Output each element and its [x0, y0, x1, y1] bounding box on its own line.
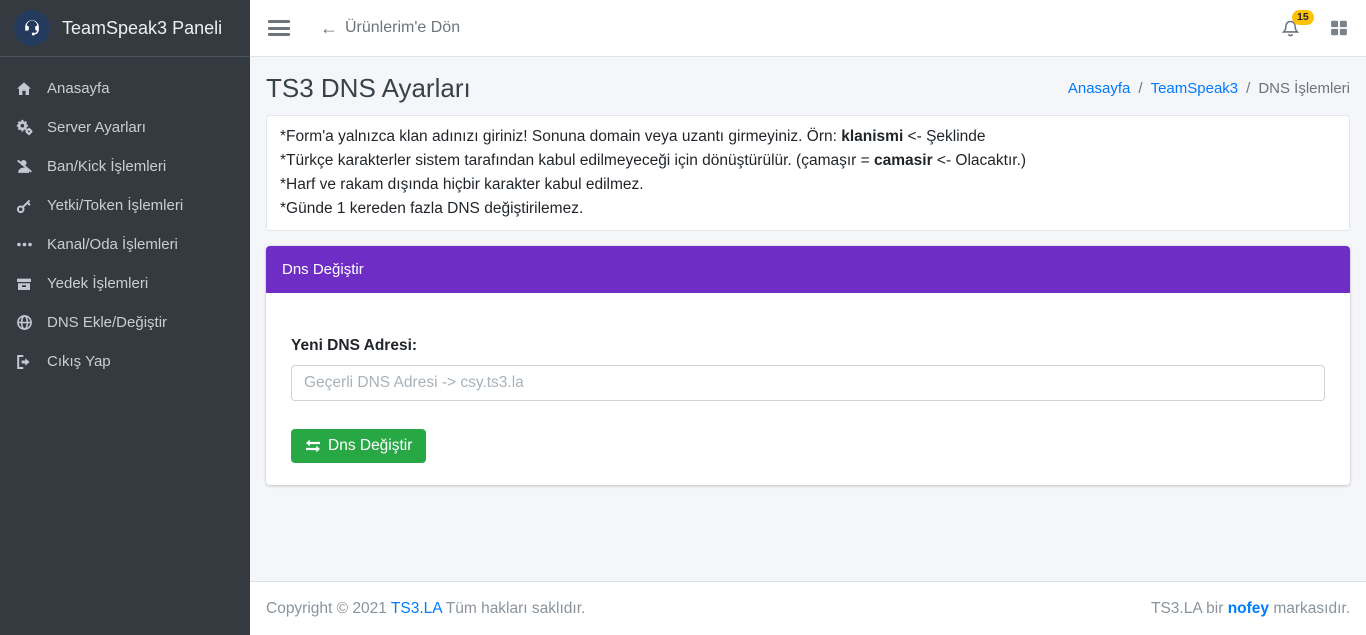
sidebar-item-anasayfa[interactable]: Anasayfa [0, 69, 250, 108]
sidebar-item-c-k-yap[interactable]: Cıkış Yap [0, 342, 250, 381]
page-title: TS3 DNS Ayarları [266, 73, 471, 104]
sidebar-item-yedek-i-lemleri[interactable]: Yedek İşlemleri [0, 264, 250, 303]
sidebar-item-ban-kick-i-lemleri[interactable]: Ban/Kick İşlemleri [0, 147, 250, 186]
sidebar-item-dns-ekle-de-i-tir[interactable]: DNS Ekle/Değiştir [0, 303, 250, 342]
home-icon [16, 81, 40, 97]
sidebar-item-label: Anasayfa [47, 80, 110, 97]
footer-copyright: Copyright © 2021 TS3.LA Tüm hakları sakl… [266, 600, 585, 618]
grid-icon[interactable] [1330, 19, 1348, 37]
dns-input[interactable] [291, 365, 1325, 401]
sidebar-item-server-ayarlar[interactable]: Server Ayarları [0, 108, 250, 147]
key-icon [16, 198, 40, 214]
footer-brand-note: TS3.LA bir nofey markasıdır. [1151, 600, 1350, 618]
sign-out-icon [16, 354, 40, 370]
globe-icon [16, 314, 40, 331]
sidebar-item-yetki-token-i-lemleri[interactable]: Yetki/Token İşlemleri [0, 186, 250, 225]
dns-input-label: Yeni DNS Adresi: [291, 337, 1325, 355]
info-line: *Form'a yalnızca klan adınızı giriniz! S… [280, 125, 1336, 149]
sidebar-item-kanal-oda-i-lemleri[interactable]: Kanal/Oda İşlemleri [0, 225, 250, 264]
breadcrumb-item-teamspeak3[interactable]: TeamSpeak3 [1151, 80, 1239, 97]
ellipsis-icon [16, 236, 40, 253]
sidebar-item-label: Kanal/Oda İşlemleri [47, 236, 178, 253]
breadcrumb-item-anasayfa[interactable]: Anasayfa [1068, 80, 1131, 97]
info-line: *Harf ve rakam dışında hiçbir karakter k… [280, 173, 1336, 197]
breadcrumb-item-dns-i-lemleri: DNS İşlemleri [1258, 80, 1350, 97]
dns-change-button[interactable]: Dns Değiştir [291, 429, 426, 463]
sidebar-item-label: Yedek İşlemleri [47, 275, 148, 292]
brand-title: TeamSpeak3 Paneli [62, 18, 222, 39]
user-slash-icon [16, 158, 40, 175]
dns-change-button-label: Dns Değiştir [328, 437, 412, 455]
hamburger-icon[interactable] [268, 20, 290, 36]
footer-link-nofey[interactable]: nofey [1228, 600, 1269, 617]
notifications-button[interactable]: 15 [1281, 19, 1300, 38]
dns-card-header: Dns Değiştir [266, 246, 1350, 293]
sidebar: TeamSpeak3 Paneli Anasayfa Server Ayarlar… [0, 0, 250, 635]
gears-icon [16, 119, 40, 136]
breadcrumb-separator: / [1138, 80, 1142, 97]
archive-icon [16, 276, 40, 292]
footer: Copyright © 2021 TS3.LA Tüm hakları sakl… [250, 581, 1366, 635]
main-column: ← Ürünlerim'e Dön 15 [250, 0, 1366, 635]
headset-icon [14, 10, 50, 46]
sidebar-item-label: Ban/Kick İşlemleri [47, 158, 166, 175]
breadcrumb: Anasayfa / TeamSpeak3 / DNS İşlemleri [1068, 80, 1350, 97]
back-link-label: Ürünlerim'e Dön [345, 19, 460, 37]
dns-card: Dns Değiştir Yeni DNS Adresi: Dns De [266, 246, 1350, 485]
info-box: *Form'a yalnızca klan adınızı giriniz! S… [266, 115, 1350, 231]
back-to-products-link[interactable]: ← Ürünlerim'e Dön [320, 19, 460, 37]
exchange-icon [305, 438, 321, 454]
left-arrow-icon: ← [320, 19, 338, 37]
sidebar-nav: Anasayfa Server Ayarları Ban/Kick İşlemler… [0, 57, 250, 393]
info-line: *Günde 1 kereden fazla DNS değiştirileme… [280, 197, 1336, 221]
sidebar-item-label: Server Ayarları [47, 119, 146, 136]
footer-link-ts3-la[interactable]: TS3.LA [391, 600, 442, 617]
top-navbar: ← Ürünlerim'e Dön 15 [250, 0, 1366, 57]
content-area: TS3 DNS Ayarları Anasayfa / TeamSpeak3 / DNS… [250, 57, 1366, 581]
notification-badge: 15 [1292, 10, 1314, 26]
breadcrumb-separator: / [1246, 80, 1250, 97]
sidebar-item-label: DNS Ekle/Değiştir [47, 314, 167, 331]
info-line: *Türkçe karakterler sistem tarafından ka… [280, 149, 1336, 173]
brand[interactable]: TeamSpeak3 Paneli [0, 0, 250, 57]
sidebar-item-label: Cıkış Yap [47, 353, 111, 370]
sidebar-item-label: Yetki/Token İşlemleri [47, 197, 183, 214]
